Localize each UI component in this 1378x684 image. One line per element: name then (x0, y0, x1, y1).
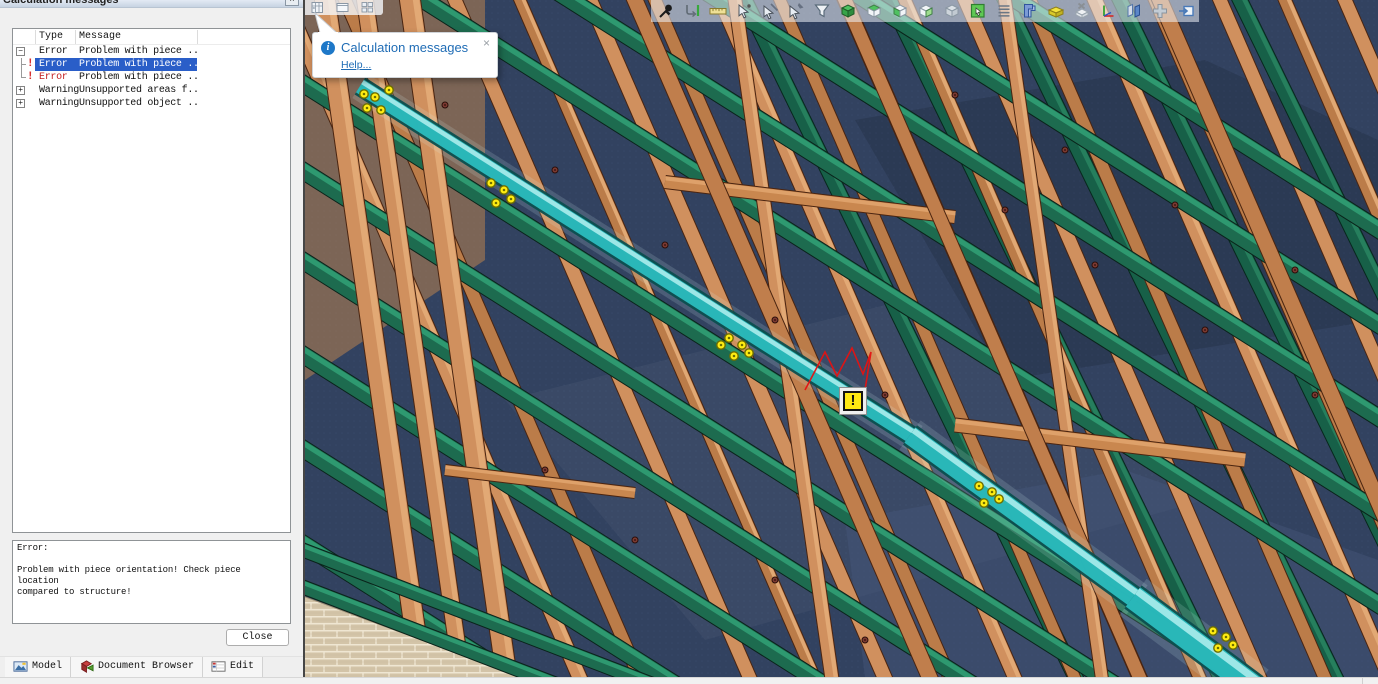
message-row[interactable]: ! Error Problem with piece ... (13, 58, 290, 71)
message-row[interactable]: + WarningUnsupported object ... (13, 97, 290, 110)
tab-model[interactable]: Model (5, 657, 71, 677)
plus-icon[interactable] (1151, 2, 1169, 20)
message-row[interactable]: − Error Problem with piece ... (13, 45, 290, 58)
warning-marker[interactable]: ! (843, 391, 863, 411)
error-badge-icon: ! (27, 71, 33, 84)
help-link[interactable]: Help... (341, 59, 371, 71)
calculation-messages-panel: Calculation messages × Type Message − Err… (0, 0, 303, 677)
main-toolbar (651, 0, 1199, 22)
message-type: Warning (39, 97, 79, 110)
message-type: Error (39, 45, 68, 58)
tab-label: Model (32, 661, 62, 672)
select-line-icon[interactable] (761, 2, 779, 20)
list-icon[interactable] (995, 2, 1013, 20)
message-type: Warning (39, 84, 79, 97)
error-badge-icon: ! (27, 58, 33, 71)
cube-edge-icon[interactable] (917, 2, 935, 20)
popup-tail (314, 12, 344, 34)
info-icon: i (321, 41, 335, 55)
message-type: Error (39, 58, 68, 71)
cube-gray-icon[interactable] (943, 2, 961, 20)
message-text: Problem with piece ... (79, 71, 197, 84)
message-row[interactable]: ! Error Problem with piece ... (13, 71, 290, 84)
cube-top-icon[interactable] (865, 2, 883, 20)
status-divider (1362, 678, 1363, 684)
tab-edit[interactable]: Edit (203, 657, 263, 677)
popup-close-icon[interactable]: × (483, 36, 490, 50)
message-row[interactable]: + WarningUnsupported areas f... (13, 84, 290, 97)
panel-title: Calculation messages (3, 0, 119, 6)
expand-box-icon[interactable]: + (16, 99, 25, 108)
panel-title-bar[interactable]: Calculation messages × (0, 0, 303, 8)
beam-profile-icon[interactable] (1021, 2, 1039, 20)
message-text: Unsupported object ... (79, 97, 197, 110)
select-area-icon[interactable] (969, 2, 987, 20)
tab-document-browser[interactable]: Document Browser (71, 657, 203, 677)
bottom-tab-bar: Model Document Browser Edit (0, 656, 303, 677)
message-type: Error (39, 71, 68, 84)
pin-icon[interactable] (657, 2, 675, 20)
status-bar (0, 677, 1378, 684)
snap-arrow-icon[interactable] (683, 2, 701, 20)
collapse-box-icon[interactable]: − (16, 47, 25, 56)
tab-label: Document Browser (98, 661, 194, 672)
select-pen-icon[interactable] (787, 2, 805, 20)
expand-box-icon[interactable]: + (16, 86, 25, 95)
select-point-icon[interactable] (735, 2, 753, 20)
model-icon (13, 659, 28, 674)
edit-icon (211, 659, 226, 674)
delete-box-icon[interactable] (1073, 2, 1091, 20)
column-header-message: Message (79, 29, 121, 45)
close-button[interactable]: Close (226, 629, 289, 646)
calculation-messages-popup[interactable]: i Calculation messages × Help... (312, 32, 498, 78)
tray-icon[interactable] (1047, 2, 1065, 20)
model-viewport[interactable]: i Calculation messages × Help... ! (303, 0, 1378, 677)
list-header: Type Message (13, 29, 290, 45)
messages-list: Type Message − Error Problem with piece ..… (12, 28, 291, 533)
message-rows: − Error Problem with piece ...! Error Proble… (13, 45, 290, 532)
plates-icon[interactable] (1125, 2, 1143, 20)
tab-label: Edit (230, 661, 254, 672)
model-3d-view[interactable] (305, 0, 1378, 677)
application-window: Calculation messages × Type Message − Err… (0, 0, 1378, 684)
export-box-icon[interactable] (1177, 2, 1195, 20)
message-text: Unsupported areas f... (79, 84, 197, 97)
error-detail-text: Error: Problem with piece orientation! C… (12, 540, 291, 624)
column-header-type: Type (39, 29, 63, 45)
document-browser-icon (79, 659, 94, 674)
ruler-icon[interactable] (709, 2, 727, 20)
tile-views-icon[interactable] (361, 1, 374, 14)
cube-front-icon[interactable] (891, 2, 909, 20)
message-text: Problem with piece ... (79, 45, 197, 58)
panel-close-icon[interactable]: × (285, 0, 299, 6)
filter-icon[interactable] (813, 2, 831, 20)
axes-icon[interactable] (1099, 2, 1117, 20)
popup-title: Calculation messages (341, 40, 468, 55)
message-text: Problem with piece ... (79, 58, 197, 71)
cube-solid-icon[interactable] (839, 2, 857, 20)
